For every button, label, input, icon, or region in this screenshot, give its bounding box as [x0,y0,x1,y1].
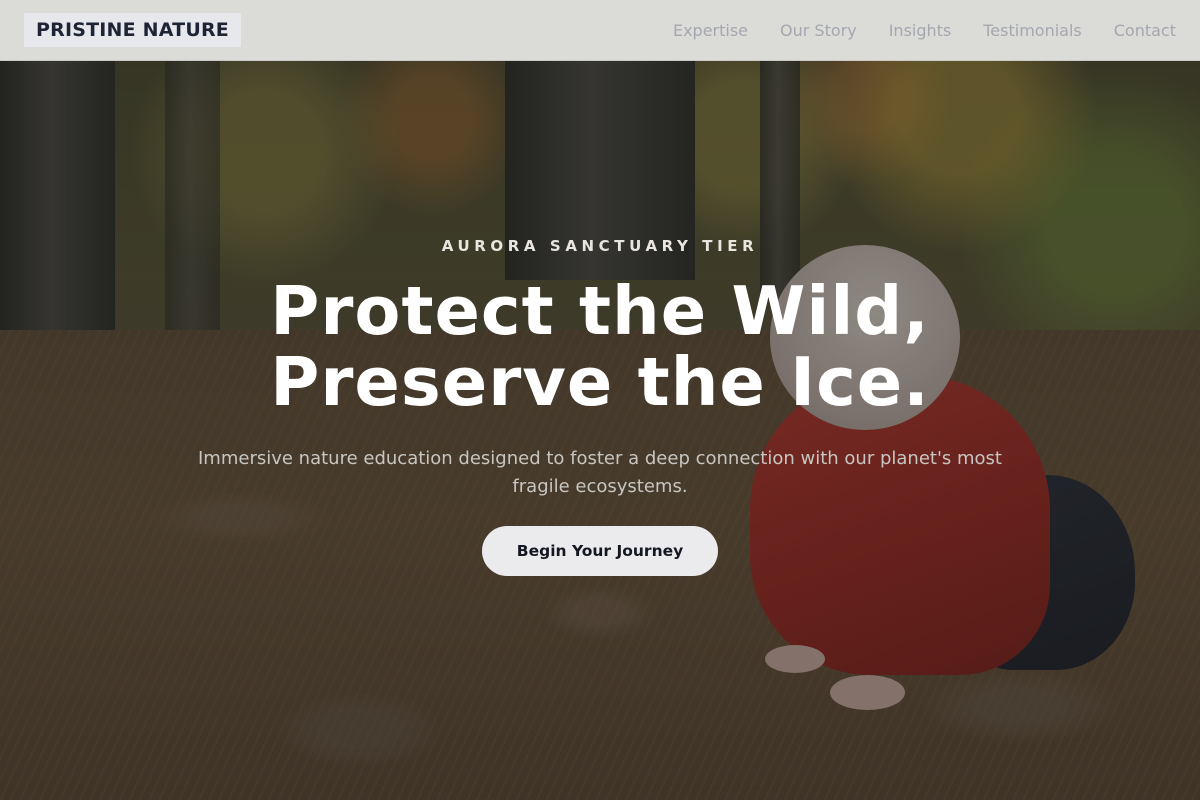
nav-link-contact[interactable]: Contact [1114,21,1176,40]
hero-headline: Protect the Wild, Preserve the Ice. [0,276,1200,418]
brand-logo[interactable]: PRISTINE NATURE [24,13,241,47]
nav-link-our-story[interactable]: Our Story [780,21,857,40]
hero-headline-line2: Preserve the Ice. [270,343,930,421]
top-navbar: PRISTINE NATURE Expertise Our Story Insi… [0,0,1200,61]
nav-link-testimonials[interactable]: Testimonials [983,21,1082,40]
begin-journey-button[interactable]: Begin Your Journey [482,526,718,576]
nav-links: Expertise Our Story Insights Testimonial… [641,21,1176,40]
hero-headline-line1: Protect the Wild, [270,272,930,350]
nav-link-expertise[interactable]: Expertise [673,21,748,40]
nav-link-insights[interactable]: Insights [889,21,952,40]
hero-eyebrow: AURORA SANCTUARY TIER [441,237,759,255]
hero-subtext: Immersive nature education designed to f… [198,448,1002,497]
